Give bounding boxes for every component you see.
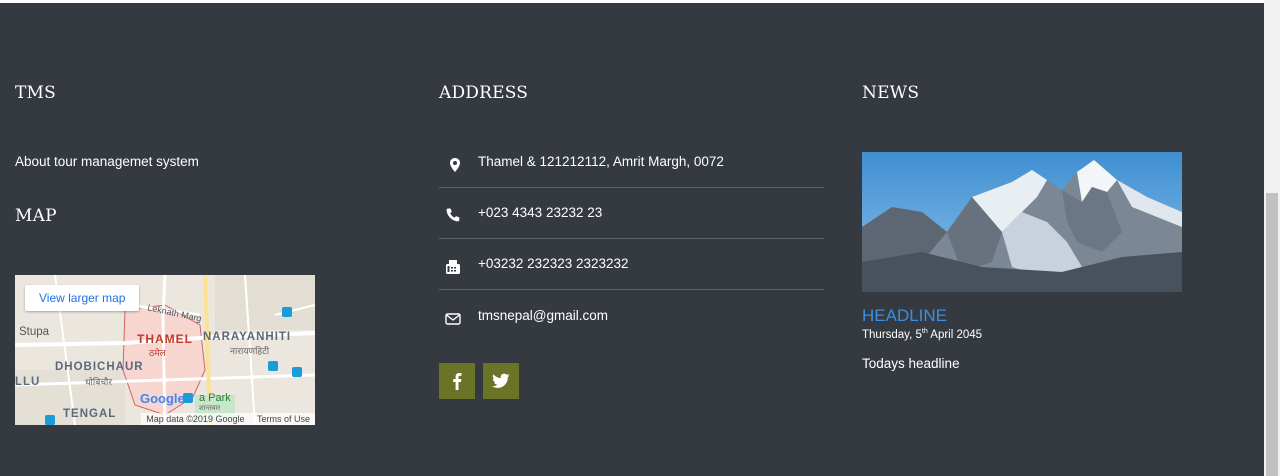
address-row-phone: +023 4343 23232 23 — [439, 187, 824, 239]
terms-of-use-link[interactable]: Terms of Use — [257, 414, 310, 424]
map-label-stupa: Stupa — [19, 326, 50, 338]
address-row-fax: +03232 232323 2323232 — [439, 238, 824, 290]
email-text[interactable]: tmsnepal@gmail.com — [478, 308, 608, 323]
map-label-dhobichaur: DHOBICHAUR — [55, 361, 144, 373]
address-row-email: tmsnepal@gmail.com — [439, 289, 824, 340]
google-logo: Google — [140, 391, 185, 406]
map-label-park-local: शान्तवार — [199, 405, 221, 412]
twitter-button[interactable] — [483, 363, 519, 399]
map-label-dhobichaur-local: धोबिचौर — [85, 377, 113, 387]
scrollbar-thumb[interactable] — [1266, 193, 1278, 476]
news-image[interactable] — [862, 152, 1182, 292]
map-label-park: a Park — [199, 392, 231, 404]
news-heading: NEWS — [862, 83, 920, 103]
map-label-tenga: TENGAL — [63, 408, 117, 420]
tms-heading: TMS — [15, 83, 56, 103]
site-footer: TMS About tour managemet system MAP View… — [0, 3, 1264, 476]
map-label-narayanhiti: NARAYANHITI — [203, 331, 292, 343]
envelope-icon — [445, 313, 461, 325]
mountain-image — [862, 152, 1182, 292]
twitter-icon — [492, 373, 510, 388]
address-text: Thamel & 121212112, Amrit Margh, 0072 — [478, 154, 724, 169]
news-headline[interactable]: HEADLINE — [862, 306, 947, 326]
map-label-llu: LLU — [15, 376, 41, 388]
phone-icon — [446, 208, 460, 222]
fax-icon — [446, 260, 460, 274]
embedded-map[interactable]: View larger map Stupa THAMEL ठमेल Leknat… — [15, 275, 315, 425]
news-date-prefix: Thursday, 5 — [862, 328, 922, 341]
map-label-narayanhiti-local: नारायणहिटी — [230, 346, 270, 356]
location-pin-icon — [450, 158, 460, 172]
map-label-thamel: THAMEL — [137, 332, 193, 346]
view-larger-map-button[interactable]: View larger map — [25, 285, 140, 311]
facebook-icon — [453, 373, 462, 390]
news-date: Thursday, 5th April 2045 — [862, 328, 982, 341]
address-heading: ADDRESS — [439, 83, 529, 103]
map-heading: MAP — [15, 206, 57, 226]
map-attribution: Map data ©2019 Google Terms of Use — [141, 413, 315, 425]
phone-text: +023 4343 23232 23 — [478, 205, 603, 220]
facebook-button[interactable] — [439, 363, 475, 399]
map-data-text: Map data ©2019 Google — [146, 414, 245, 424]
map-label-thamel-local: ठमेल — [149, 348, 166, 358]
news-text: Todays headline — [862, 356, 960, 371]
news-date-suffix: April 2045 — [927, 328, 983, 341]
about-link[interactable]: About tour managemet system — [15, 154, 199, 169]
fax-text: +03232 232323 2323232 — [478, 256, 629, 271]
address-row-location: Thamel & 121212112, Amrit Margh, 0072 — [439, 136, 824, 188]
